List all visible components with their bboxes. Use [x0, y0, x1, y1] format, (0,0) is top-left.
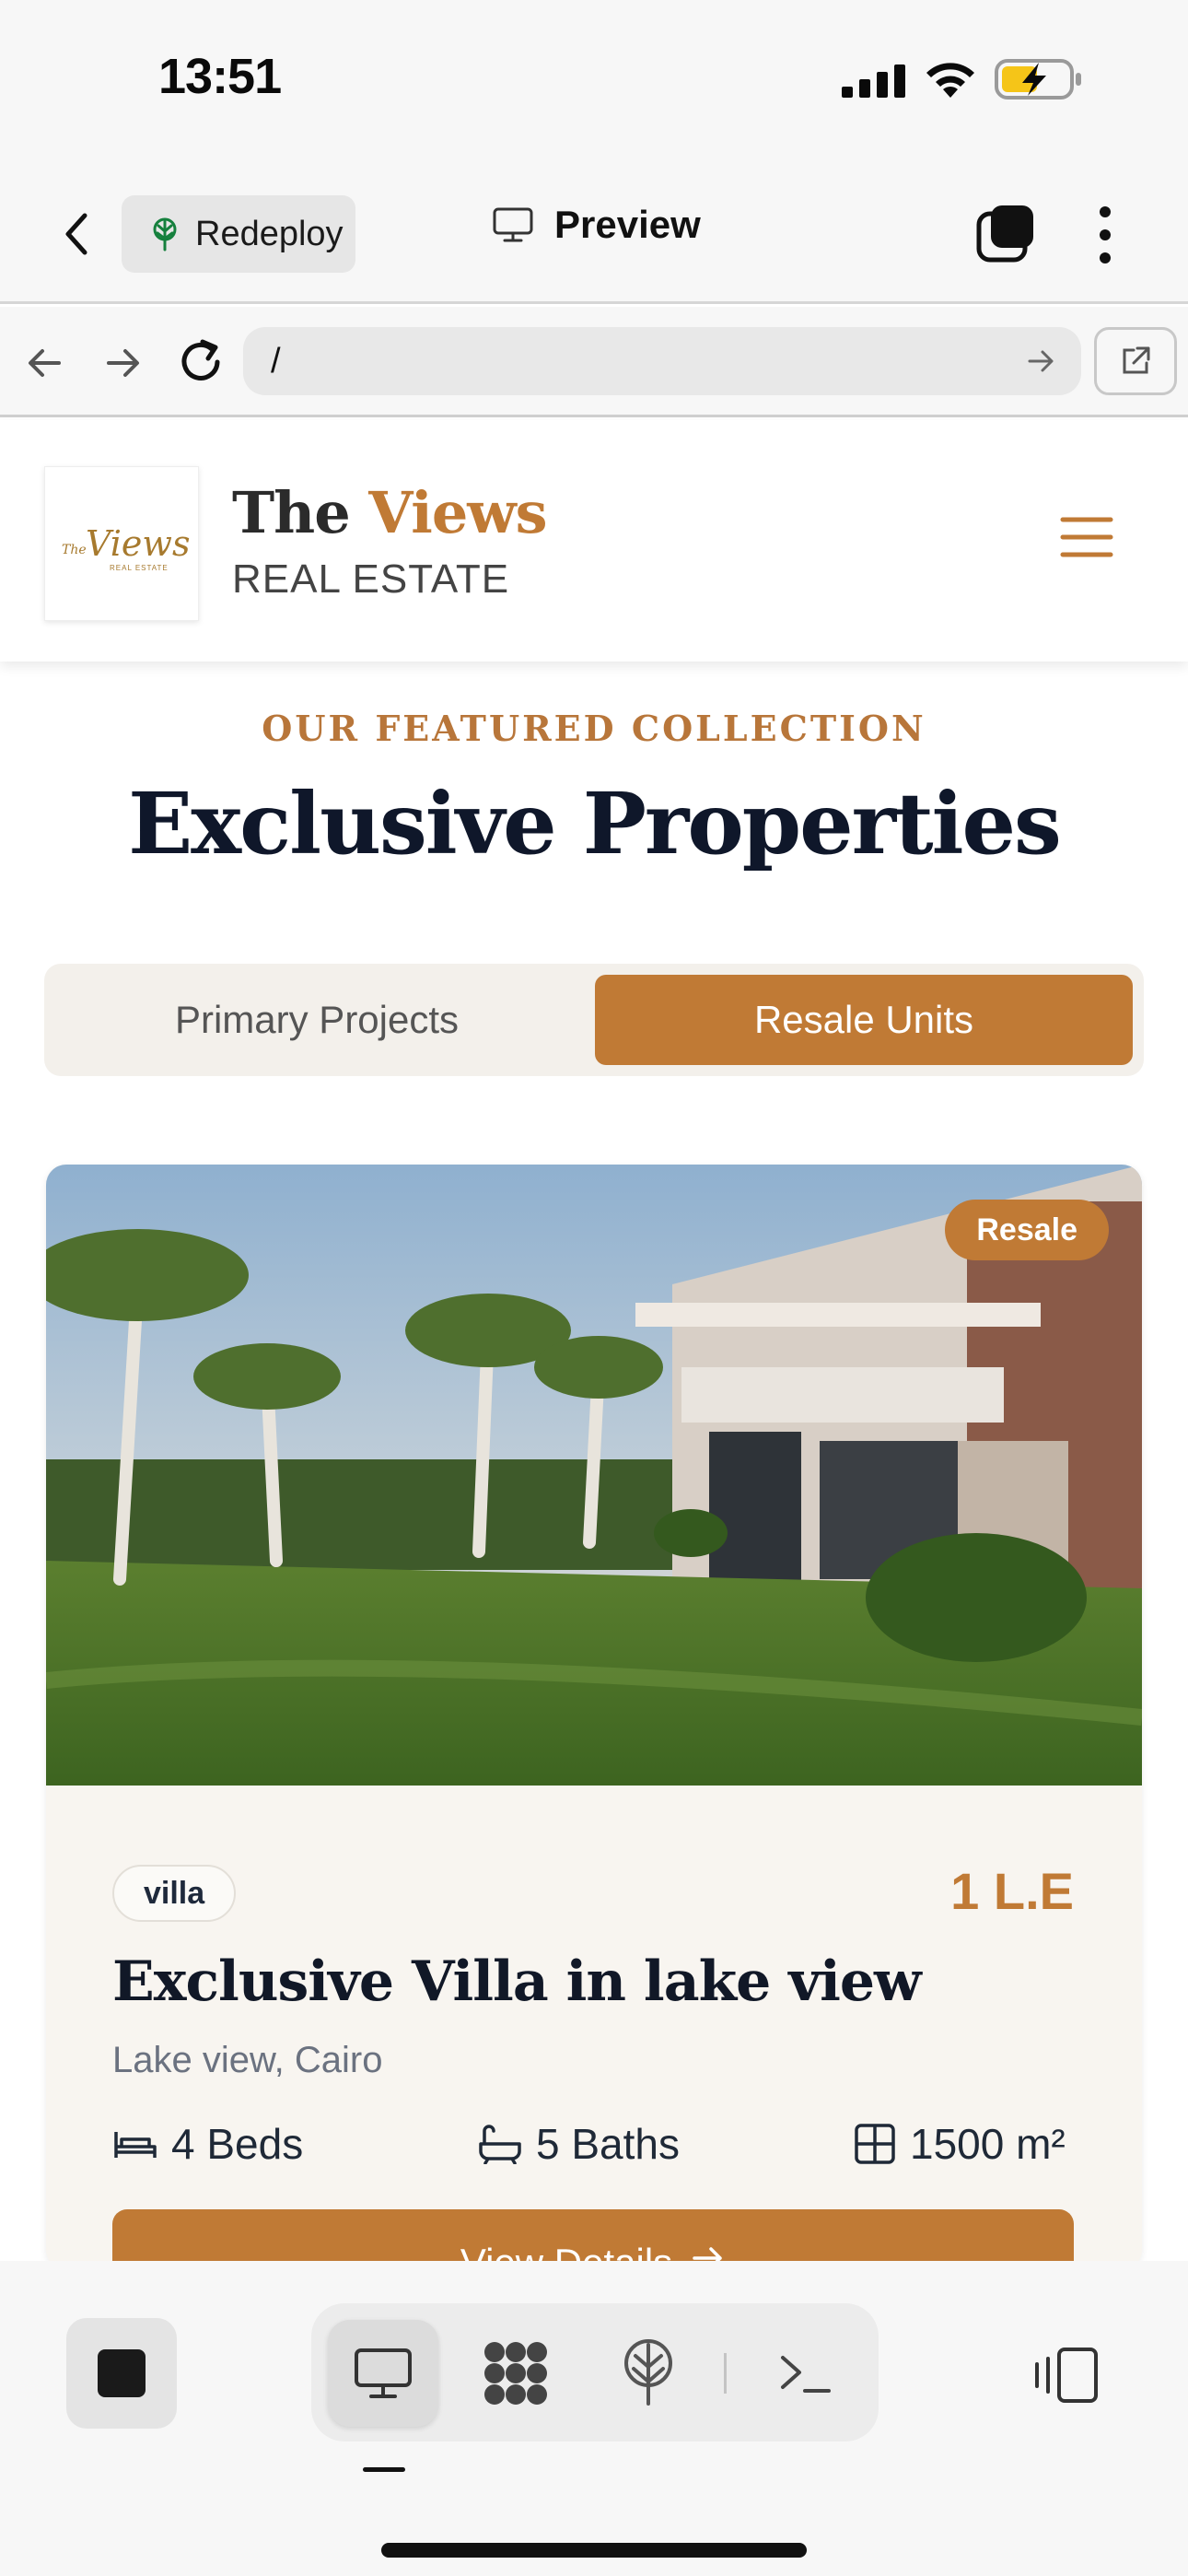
monitor-icon [355, 2348, 412, 2398]
tabs-switcher-icon[interactable] [976, 203, 1037, 263]
workspace-tool-button[interactable] [460, 2320, 571, 2427]
bottom-dock [0, 2261, 1188, 2576]
bed-icon [114, 2132, 157, 2158]
url-input[interactable]: / [243, 327, 1081, 395]
arrow-right-icon[interactable] [99, 340, 146, 386]
app-toolbar: Redeploy Preview [0, 166, 1188, 304]
baths-spec: 5 Baths [477, 2119, 680, 2169]
deploy-tree-icon [624, 2339, 672, 2406]
monitor-icon [493, 207, 533, 242]
section-title: Exclusive Properties [128, 774, 1062, 873]
status-bar: 13:51 [0, 0, 1188, 166]
redeploy-button[interactable]: Redeploy [122, 195, 355, 273]
bath-icon [479, 2125, 521, 2164]
beds-label: 4 Beds [171, 2120, 304, 2168]
selected-tool-indicator [363, 2467, 405, 2472]
svg-text:Views: Views [86, 523, 190, 564]
stop-button[interactable] [66, 2318, 177, 2429]
open-external-button[interactable] [1094, 327, 1177, 395]
status-time: 13:51 [158, 49, 282, 104]
the-views-logo: The Views REAL ESTATE [62, 523, 190, 572]
preview-tab-title: Preview [492, 203, 701, 247]
tab-resale-units[interactable]: Resale Units [595, 975, 1133, 1065]
browser-url-bar: / [0, 307, 1188, 417]
tool-switcher [311, 2303, 879, 2441]
area-label: 1500 m² [910, 2120, 1066, 2168]
preview-tool-button[interactable] [328, 2320, 438, 2427]
hamburger-menu-icon[interactable] [1059, 514, 1114, 560]
brand-logo[interactable]: The Views REAL ESTATE [44, 466, 199, 621]
redeploy-label: Redeploy [195, 214, 344, 253]
section-eyebrow: OUR FEATURED COLLECTION [262, 708, 926, 749]
tab-primary-projects[interactable]: Primary Projects [55, 975, 578, 1065]
property-location: Lake view, Cairo [112, 2040, 383, 2080]
battery-charging-icon [995, 59, 1081, 100]
tool-divider [724, 2353, 727, 2394]
arrow-left-icon[interactable] [22, 340, 68, 386]
area-grid-icon [855, 2124, 895, 2164]
replit-workspace-icon [484, 2342, 547, 2405]
brand-name: The Views [232, 479, 548, 546]
reload-icon[interactable] [175, 336, 227, 388]
home-indicator [381, 2543, 807, 2558]
back-chevron-icon[interactable] [52, 203, 103, 265]
preview-label: Preview [554, 203, 701, 246]
url-text: / [271, 341, 281, 381]
beds-spec: 4 Beds [112, 2119, 303, 2169]
deployments-tool-button[interactable] [593, 2320, 704, 2427]
brand-subtitle: REAL ESTATE [232, 556, 510, 602]
property-type-chip: villa [112, 1865, 237, 1922]
site-header: The Views REAL ESTATE The Views REAL EST… [0, 420, 1188, 662]
baths-label: 5 Baths [536, 2120, 680, 2168]
area-spec: 1500 m² [853, 2119, 1066, 2169]
property-title: Exclusive Villa in lake view [112, 1950, 922, 2014]
terminal-prompt-icon [781, 2356, 831, 2393]
shell-tool-button[interactable] [750, 2320, 860, 2427]
listing-type-tabs: Primary Projects Resale Units [44, 964, 1144, 1076]
more-options-icon[interactable] [1092, 203, 1118, 267]
property-price: 1 L.E [950, 1862, 1074, 1920]
svg-text:The: The [62, 543, 87, 557]
deploy-tree-icon [153, 217, 177, 252]
external-link-icon [1123, 346, 1150, 374]
panel-layout-icon[interactable] [1031, 2346, 1100, 2405]
cellular-signal-icon [842, 64, 905, 98]
brand-first: The [232, 479, 369, 546]
wifi-icon [926, 63, 974, 98]
svg-text:REAL ESTATE: REAL ESTATE [110, 564, 169, 572]
brand-accent: Views [368, 479, 547, 546]
url-go-arrow-icon[interactable] [1024, 344, 1059, 379]
resale-badge: Resale [945, 1200, 1109, 1260]
property-card[interactable]: Resale villa 1 L.E Exclusive Villa in la… [46, 1165, 1142, 2270]
stop-icon [98, 2349, 146, 2397]
